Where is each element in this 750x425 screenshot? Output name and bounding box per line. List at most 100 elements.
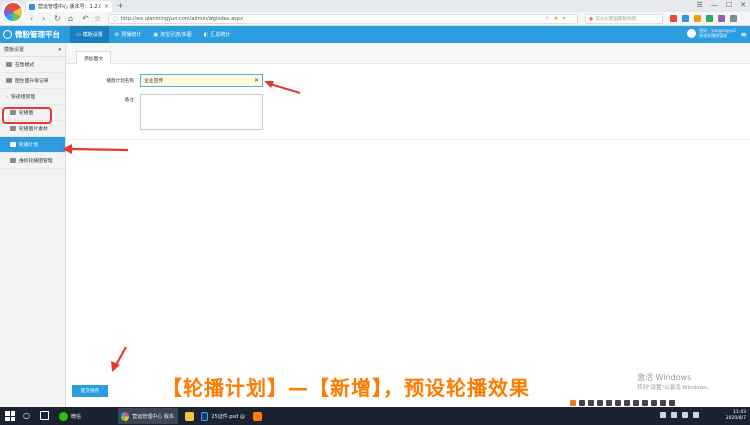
activation-watermark: 激活 Windows 转到"设置"以激活 Windows。	[637, 372, 712, 391]
search-icon[interactable]: ○	[23, 411, 30, 420]
sidebar-header[interactable]: 模板设置 ▾	[0, 43, 65, 57]
tray-icon[interactable]	[579, 400, 585, 406]
sidebar-item-label: 轮播图片素材	[19, 127, 48, 132]
photoshop-icon	[201, 411, 209, 421]
extension-icon[interactable]	[670, 15, 677, 22]
close-window-icon[interactable]: ✕	[740, 1, 746, 9]
tray-icon[interactable]	[597, 400, 603, 406]
maximize-icon[interactable]: ☐	[726, 1, 732, 9]
remark-field[interactable]	[140, 94, 263, 130]
monitor-icon: ▭	[76, 31, 81, 38]
undo-icon[interactable]: ↶	[82, 14, 89, 23]
nav-item-stats[interactable]: ⚙ 预播统计	[109, 26, 148, 43]
taskbar-app-folder[interactable]	[182, 408, 197, 424]
list-icon	[10, 158, 16, 163]
content-toolbar: 添加图文	[66, 43, 750, 64]
minimize-icon[interactable]: —	[711, 1, 718, 9]
browser-logo-icon[interactable]	[2, 1, 24, 23]
new-tab-button[interactable]: +	[117, 1, 124, 10]
arrow-to-name-field	[264, 81, 301, 95]
user-menu[interactable]: 您好，yangangyu2 快速轮播图管理	[687, 28, 736, 38]
system-icons	[660, 412, 699, 418]
taskbar-app-wechat[interactable]: 微信	[56, 408, 84, 424]
tray-icon[interactable]	[588, 400, 594, 406]
address-bar: ‹ › ↻ ⌂ ↶ ☆ ▢ http://wx.qianmingyun.com/…	[0, 12, 750, 26]
taskbar-app-browser[interactable]: 营运管理中心 版本...	[118, 408, 178, 424]
task-view-icon[interactable]	[40, 411, 49, 420]
tray-icon[interactable]	[624, 400, 630, 406]
tray-icon[interactable]	[633, 400, 639, 406]
browser-icon	[121, 411, 130, 421]
search-input[interactable]: ◉ 双分火箭国家税务网	[585, 14, 663, 24]
illustrator-icon	[253, 411, 262, 421]
sidebar-item-sale-mode[interactable]: 在售模式	[0, 57, 65, 73]
ime-icon[interactable]	[682, 412, 688, 418]
image-icon: ▣	[153, 31, 158, 38]
tray-icon[interactable]	[606, 400, 612, 406]
windows-start-icon[interactable]	[5, 411, 15, 421]
tray-icon[interactable]	[642, 400, 648, 406]
browser-tab[interactable]: 营运管理中心 版本号：1.2.0 ×	[26, 1, 112, 12]
arrow-to-submit	[111, 346, 127, 372]
url-field[interactable]: ▢ http://wx.qianmingyun.com/admin/wginde…	[108, 14, 578, 24]
keyboard-icon[interactable]	[693, 412, 699, 418]
wechat-icon	[59, 411, 68, 421]
brand-title: 微粉管理平台	[15, 30, 60, 39]
submit-button[interactable]: 提交保存	[72, 385, 108, 397]
system-clock[interactable]: 11:43 2020/8/7	[726, 410, 746, 422]
sidebar-item-label: 图生图升级记录	[15, 79, 49, 84]
dropdown-icon[interactable]: ▾	[563, 15, 566, 22]
avatar	[687, 28, 697, 38]
back-icon[interactable]: ‹	[30, 14, 33, 23]
divider	[66, 139, 750, 140]
extension-icon[interactable]	[730, 15, 737, 22]
menu-icon[interactable]: ☰	[697, 1, 703, 9]
lightning-icon[interactable]: ⚡	[545, 15, 549, 22]
extension-icon[interactable]	[694, 15, 701, 22]
chevron-down-icon: ▾	[58, 46, 61, 53]
sidebar-item-express-group[interactable]: › 快递组管理	[0, 89, 65, 105]
network-icon[interactable]	[660, 412, 666, 418]
reload-icon[interactable]: ↻	[54, 14, 61, 23]
sidebar-item-upgrade-log[interactable]: 图生图升级记录	[0, 73, 65, 89]
extension-icon[interactable]	[682, 15, 689, 22]
taskbar: ○ 微信 营运管理中心 版本... 25证件.psd @ 95... 11:43…	[0, 407, 750, 425]
tray-icon[interactable]	[615, 400, 621, 406]
chart-icon: ◧	[203, 31, 209, 38]
tray-icons	[570, 400, 675, 406]
extension-icon[interactable]	[718, 15, 725, 22]
taskbar-app-illustrator[interactable]	[250, 408, 265, 424]
url-actions: ⚡ ★ ▾	[545, 15, 566, 22]
video-caption: 【轮播计划】—【新增】，预设轮播效果	[162, 376, 530, 400]
nav-item-summary[interactable]: ◧ 汇总统计	[198, 26, 237, 43]
plan-name-value: 企业宣传	[144, 79, 164, 84]
highlight-box	[2, 107, 52, 124]
tab-close-icon[interactable]: ×	[104, 3, 109, 10]
gear-icon: ⚙	[114, 31, 120, 38]
nav-item-template-settings[interactable]: ▭ 模板设置	[70, 26, 109, 43]
taskbar-app-photoshop[interactable]: 25证件.psd @ 95...	[198, 408, 250, 424]
star-icon[interactable]: ★	[553, 15, 558, 22]
brand-logo-icon	[3, 30, 12, 39]
brand[interactable]: 微粉管理平台	[3, 29, 60, 40]
tray-icon[interactable]	[669, 400, 675, 406]
nav-item-traffic[interactable]: ▣ 淘宝引流/多图	[147, 26, 197, 43]
home-icon[interactable]: ⌂	[68, 14, 73, 23]
clear-icon[interactable]: ✕	[254, 77, 259, 84]
volume-icon[interactable]	[671, 412, 677, 418]
hamburger-icon[interactable]: ≡	[740, 30, 747, 39]
forward-icon[interactable]: ›	[42, 14, 45, 23]
search-logo-icon: ◉	[589, 16, 594, 22]
top-nav: ▭ 模板设置 ⚙ 预播统计 ▣ 淘宝引流/多图 ◧ 汇总统计	[70, 26, 236, 43]
extension-icon[interactable]	[706, 15, 713, 22]
list-icon	[10, 126, 16, 131]
tray-icon[interactable]	[660, 400, 666, 406]
bookmark-icon[interactable]: ☆	[94, 14, 101, 23]
tray-icon[interactable]	[651, 400, 657, 406]
sidebar-item-carousel-plan[interactable]: 轮播计划	[0, 137, 65, 153]
plan-name-field[interactable]: 企业宣传 ✕	[140, 74, 263, 87]
tray-icon[interactable]	[570, 400, 576, 406]
tab-add-content[interactable]: 添加图文	[76, 51, 112, 64]
sidebar-item-label: 快递组管理	[11, 95, 35, 100]
sidebar-item-rights-carousel[interactable]: 维权轮播图管理	[0, 153, 65, 169]
